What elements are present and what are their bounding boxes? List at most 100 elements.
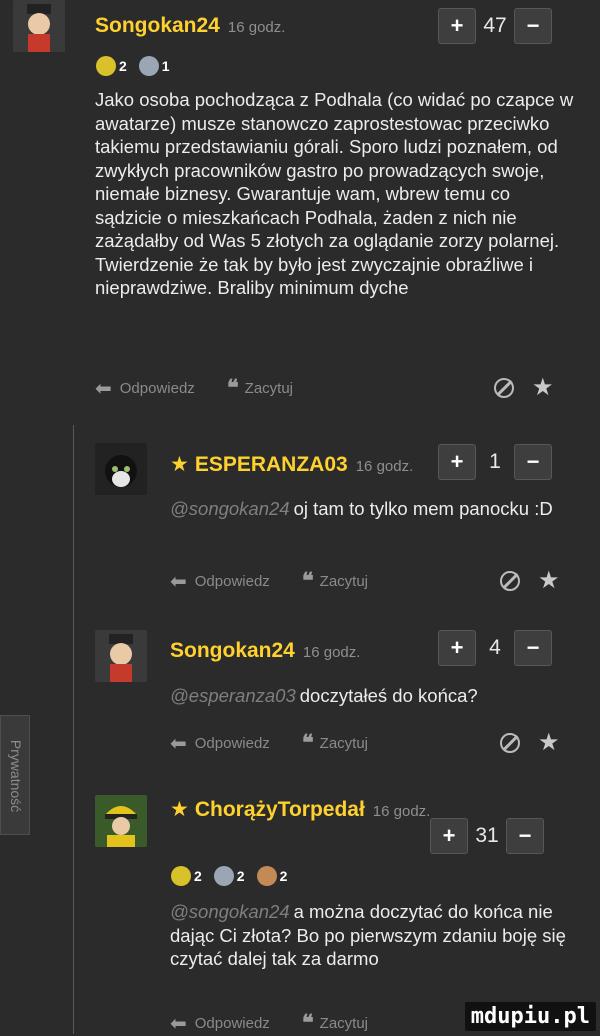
thread-line [73,425,74,1034]
avatar[interactable] [95,630,147,682]
vote-count: 1 [489,450,501,473]
comment-text: @songokan24 a można doczytać do końca nie… [170,900,580,971]
silver-badge[interactable]: 1 [138,56,170,76]
downvote-button[interactable]: − [514,630,552,666]
quote-button[interactable]: ❝ Zacytuj [302,568,368,594]
comment-time: 16 godz. [355,458,414,475]
comment-tools: ★ [500,566,560,595]
award-badges: 2 2 2 [171,866,287,886]
silver-badge[interactable]: 2 [213,866,245,886]
comment-text: @esperanza03 doczytałeś do końca? [170,684,580,708]
reply-label: Odpowiedz [194,1014,270,1032]
badge-count: 2 [236,868,245,884]
star-icon: ★ [170,453,189,476]
user-mention[interactable]: @esperanza03 [170,685,296,706]
reply-button[interactable]: ⬅ Odpowiedz [170,731,270,756]
comment-body: oj tam to tylko mem panocku :D [293,498,553,519]
star-icon: ★ [170,798,189,821]
downvote-button[interactable]: − [514,444,552,480]
favorite-star-icon[interactable]: ★ [538,566,560,595]
author-name[interactable]: Songokan24 16 godz. [95,14,285,38]
comment-time: 16 godz. [302,644,361,661]
gold-award-icon [96,56,116,76]
comment-actions: ⬅ Odpowiedz ❝ Zacytuj [95,375,325,401]
author-label: ESPERANZA03 [194,453,348,476]
comment-text: @songokan24 oj tam to tylko mem panocku :… [170,497,580,521]
comment-body: doczytałeś do końca? [299,685,478,706]
reply-button[interactable]: ⬅ Odpowiedz [95,376,195,401]
author-name[interactable]: ★ ESPERANZA03 16 godz. [170,452,413,477]
quote-icon: ❝ [301,1010,314,1035]
badge-count: 2 [279,868,288,884]
upvote-button[interactable]: + [438,8,476,44]
author-label: Songokan24 [95,14,220,37]
bronze-badge[interactable]: 2 [256,866,288,886]
silver-award-icon [138,56,159,76]
author-label: Songokan24 [170,639,295,662]
block-icon[interactable] [494,377,514,398]
avatar-image [95,795,147,847]
comment-time: 16 godz. [227,19,286,36]
reply-label: Odpowiedz [194,572,270,590]
upvote-button[interactable]: + [438,630,476,666]
bronze-award-icon [256,866,277,886]
quote-icon: ❝ [226,375,239,400]
quote-label: Zacytuj [319,572,369,590]
upvote-button[interactable]: + [430,818,468,854]
vote-box: + 31 − [430,818,544,854]
vote-count: 47 [483,14,507,37]
user-mention[interactable]: @songokan24 [170,498,290,519]
badge-count: 1 [161,58,170,74]
quote-label: Zacytuj [244,379,294,397]
quote-label: Zacytuj [319,1014,369,1032]
avatar[interactable] [95,443,147,495]
avatar[interactable] [13,0,65,52]
quote-label: Zacytuj [319,734,369,752]
author-label: ChorążyTorpedał [194,798,365,821]
privacy-settings-tab[interactable]: Prywatność [0,715,30,835]
quote-icon: ❝ [301,730,314,755]
user-mention[interactable]: @songokan24 [170,901,290,922]
block-icon[interactable] [500,570,520,591]
badge-count: 2 [119,58,127,74]
silver-award-icon [213,866,234,886]
badge-count: 2 [194,868,202,884]
privacy-label: Prywatność [8,739,24,813]
avatar-image [13,0,65,52]
quote-button[interactable]: ❝ Zacytuj [302,730,368,756]
reply-label: Odpowiedz [194,734,270,752]
comment-text: Jako osoba pochodząca z Podhala (co wida… [95,89,574,298]
author-name[interactable]: Songokan24 16 godz. [170,639,360,663]
reply-arrow-icon: ⬅ [170,570,187,593]
gold-badge[interactable]: 2 [171,866,202,886]
reply-label: Odpowiedz [119,379,195,397]
upvote-button[interactable]: + [438,444,476,480]
vote-count: 4 [489,636,501,659]
comment-actions: ⬅ Odpowiedz ❝ Zacytuj [170,568,400,594]
vote-box: + 4 − [438,630,552,666]
reply-button[interactable]: ⬅ Odpowiedz [170,569,270,594]
gold-award-icon [171,866,191,886]
reply-arrow-icon: ⬅ [170,1012,187,1035]
quote-icon: ❝ [301,568,314,593]
avatar[interactable] [95,795,147,847]
comment-actions: ⬅ Odpowiedz ❝ Zacytuj [170,730,400,756]
favorite-star-icon[interactable]: ★ [532,373,554,402]
vote-count: 31 [475,824,499,847]
avatar-image [95,443,147,495]
quote-button[interactable]: ❝ Zacytuj [302,1010,368,1036]
vote-box: + 47 − [438,8,552,44]
favorite-star-icon[interactable]: ★ [538,728,560,757]
reply-button[interactable]: ⬅ Odpowiedz [170,1011,270,1036]
downvote-button[interactable]: − [514,8,552,44]
vote-box: + 1 − [438,444,552,480]
quote-button[interactable]: ❝ Zacytuj [227,375,293,401]
comment-tools: ★ [494,373,554,402]
reply-arrow-icon: ⬅ [170,732,187,755]
author-name[interactable]: ★ ChorążyTorpedał 16 godz. [170,797,430,822]
block-icon[interactable] [500,732,520,753]
comment-tools: ★ [500,728,560,757]
site-watermark: mdupiu.pl [464,1002,596,1031]
downvote-button[interactable]: − [506,818,544,854]
gold-badge[interactable]: 2 [96,56,127,76]
